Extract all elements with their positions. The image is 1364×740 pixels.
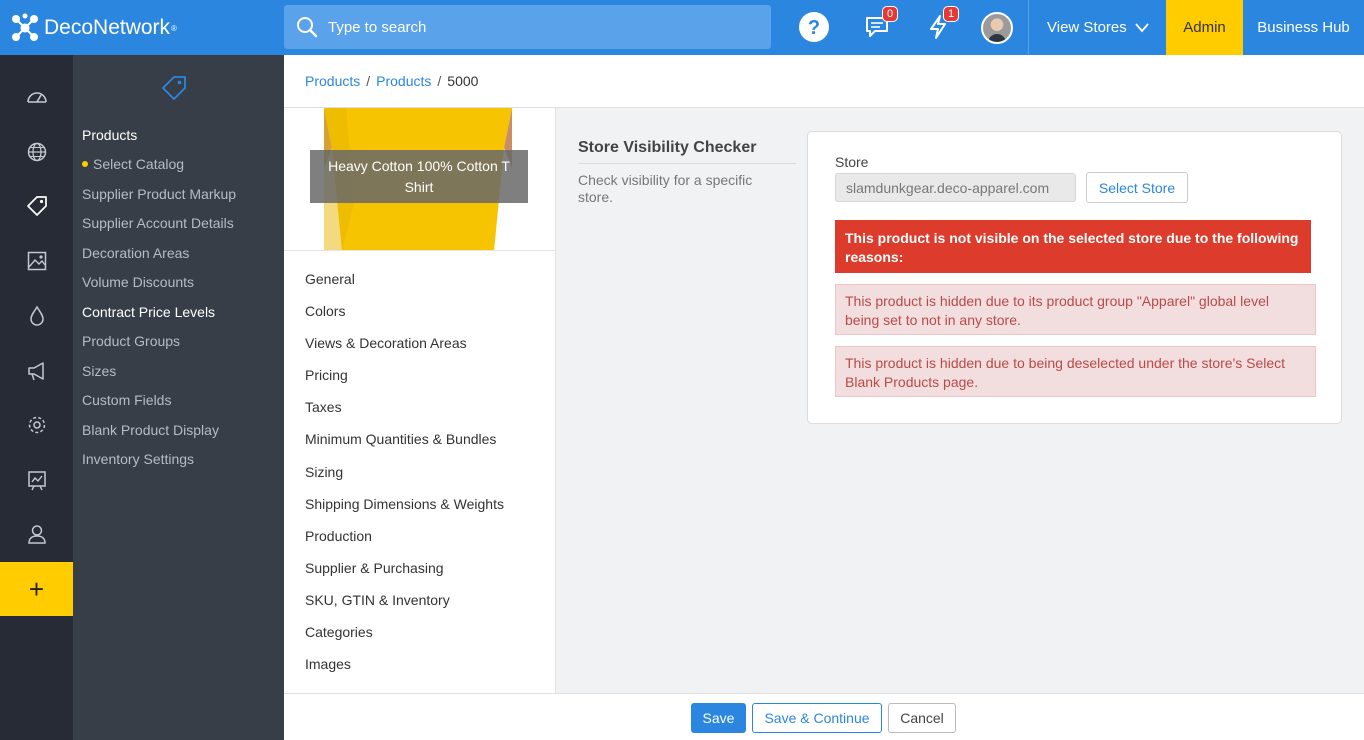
- save-continue-button[interactable]: Save & Continue: [752, 703, 882, 733]
- search-icon: [297, 17, 318, 38]
- tag-icon: [162, 76, 186, 100]
- store-field: [835, 173, 1076, 202]
- image-icon: [27, 251, 46, 271]
- subnav-item-volume-discounts[interactable]: Volume Discounts: [82, 268, 236, 298]
- product-menu-taxes[interactable]: Taxes: [305, 391, 504, 423]
- rail-dashboard[interactable]: [0, 71, 73, 125]
- globe-icon: [27, 142, 46, 162]
- subnav-item-decoration-areas[interactable]: Decoration Areas: [82, 239, 236, 269]
- rail-websites[interactable]: [0, 125, 73, 179]
- logo[interactable]: DecoNetwork ®: [10, 12, 177, 44]
- products-subnav: Products Select Catalog Supplier Product…: [73, 55, 284, 740]
- product-menu-views-decoration-areas[interactable]: Views & Decoration Areas: [305, 327, 504, 359]
- alerts-button[interactable]: 1: [923, 6, 959, 42]
- rail-marketing[interactable]: [0, 344, 73, 398]
- business-hub-tab[interactable]: Business Hub: [1243, 0, 1364, 55]
- subnav-item-custom-fields[interactable]: Custom Fields: [82, 386, 236, 416]
- subnav-item-supplier-account-details[interactable]: Supplier Account Details: [82, 209, 236, 239]
- alerts-count-badge: 1: [943, 6, 959, 22]
- rail-media[interactable]: [0, 234, 73, 288]
- svg-text:?: ?: [808, 17, 820, 39]
- subnav-item-product-groups[interactable]: Product Groups: [82, 327, 236, 357]
- subnav-item-blank-product-display[interactable]: Blank Product Display: [82, 416, 236, 446]
- subnav-title: Products: [82, 127, 138, 143]
- drop-icon: [29, 305, 44, 326]
- cancel-button[interactable]: Cancel: [888, 703, 956, 733]
- chart-icon: [27, 471, 46, 491]
- footer-actions: Save Save & Continue Cancel: [284, 693, 1364, 740]
- brand-name: DecoNetwork: [44, 16, 171, 39]
- breadcrumb-current: 5000: [447, 73, 479, 89]
- store-label: Store: [835, 154, 869, 170]
- breadcrumb-separator: /: [366, 73, 371, 89]
- visibility-error-alert: This product is not visible on the selec…: [835, 220, 1311, 273]
- subnav-list: Select Catalog Supplier Product Markup S…: [82, 150, 236, 475]
- product-panel: Heavy Cotton 100% Cotton T Shirt General…: [284, 108, 556, 693]
- product-menu-sizing[interactable]: Sizing: [305, 456, 504, 488]
- product-menu-categories[interactable]: Categories: [305, 616, 504, 648]
- product-menu-general[interactable]: General: [305, 263, 504, 295]
- breadcrumb: Products / Products / 5000: [284, 55, 1364, 108]
- breadcrumb-products-list-link[interactable]: Products: [376, 73, 431, 89]
- product-menu-production[interactable]: Production: [305, 520, 504, 552]
- product-menu-minimum-quantities[interactable]: Minimum Quantities & Bundles: [305, 423, 504, 455]
- search-box[interactable]: [284, 5, 771, 49]
- subnav-item-contract-price-levels[interactable]: Contract Price Levels: [82, 298, 236, 328]
- visibility-reason: This product is hidden due to being dese…: [835, 346, 1316, 397]
- section-description: Check visibility for a specific store.: [578, 172, 753, 205]
- product-name-overlay: Heavy Cotton 100% Cotton T Shirt: [310, 150, 528, 203]
- active-dot-icon: [82, 161, 88, 168]
- deconetwork-logo-icon: [12, 13, 38, 41]
- messages-button[interactable]: 0: [862, 6, 898, 42]
- visibility-card: Store Select Store This product is not v…: [807, 131, 1342, 424]
- view-stores-label: View Stores: [1047, 19, 1127, 36]
- rail-products[interactable]: [0, 179, 73, 233]
- product-menu-pricing[interactable]: Pricing: [305, 359, 504, 391]
- section-title: Store Visibility Checker: [578, 139, 796, 164]
- product-menu-sku-gtin-inventory[interactable]: SKU, GTIN & Inventory: [305, 584, 504, 616]
- breadcrumb-products-link[interactable]: Products: [305, 73, 360, 89]
- subnav-item-select-catalog[interactable]: Select Catalog: [82, 150, 236, 180]
- user-icon: [27, 525, 46, 544]
- subnav-item-sizes[interactable]: Sizes: [82, 357, 236, 387]
- save-button[interactable]: Save: [691, 703, 746, 733]
- user-avatar[interactable]: [981, 12, 1013, 44]
- help-icon: ?: [799, 12, 829, 42]
- messages-count-badge: 0: [882, 6, 898, 22]
- select-store-button[interactable]: Select Store: [1086, 172, 1188, 203]
- product-menu-supplier-purchasing[interactable]: Supplier & Purchasing: [305, 552, 504, 584]
- tag-icon: [26, 196, 47, 216]
- top-bar: DecoNetwork® ? 0 1 View Stores: [0, 0, 1364, 55]
- product-menu-images[interactable]: Images: [305, 648, 504, 680]
- subnav-item-label: Select Catalog: [93, 156, 185, 172]
- chevron-down-icon: [1135, 22, 1149, 32]
- rail-reports[interactable]: [0, 453, 73, 507]
- add-button[interactable]: +: [0, 562, 73, 616]
- visibility-reason: This product is hidden due to its produc…: [835, 284, 1316, 335]
- gear-icon: [28, 416, 45, 434]
- admin-tab[interactable]: Admin: [1166, 0, 1243, 55]
- product-menu-colors[interactable]: Colors: [305, 295, 504, 327]
- rail-users[interactable]: [0, 507, 73, 561]
- view-stores-dropdown[interactable]: View Stores: [1028, 0, 1166, 55]
- icon-rail: +: [0, 55, 73, 740]
- product-menu-shipping[interactable]: Shipping Dimensions & Weights: [305, 488, 504, 520]
- megaphone-icon: [27, 362, 44, 381]
- search-input[interactable]: [328, 18, 748, 36]
- subnav-item-supplier-product-markup[interactable]: Supplier Product Markup: [82, 180, 236, 210]
- dashboard-icon: [26, 92, 47, 103]
- help-button[interactable]: ?: [799, 12, 829, 42]
- subnav-item-inventory-settings[interactable]: Inventory Settings: [82, 445, 236, 475]
- product-image: Heavy Cotton 100% Cotton T Shirt: [284, 108, 555, 251]
- brand-trademark: ®: [171, 23, 177, 33]
- rail-settings[interactable]: [0, 398, 73, 452]
- plus-icon: +: [28, 573, 45, 604]
- rail-designs[interactable]: [0, 289, 73, 343]
- product-section-menu: General Colors Views & Decoration Areas …: [305, 263, 504, 680]
- breadcrumb-separator: /: [437, 73, 442, 89]
